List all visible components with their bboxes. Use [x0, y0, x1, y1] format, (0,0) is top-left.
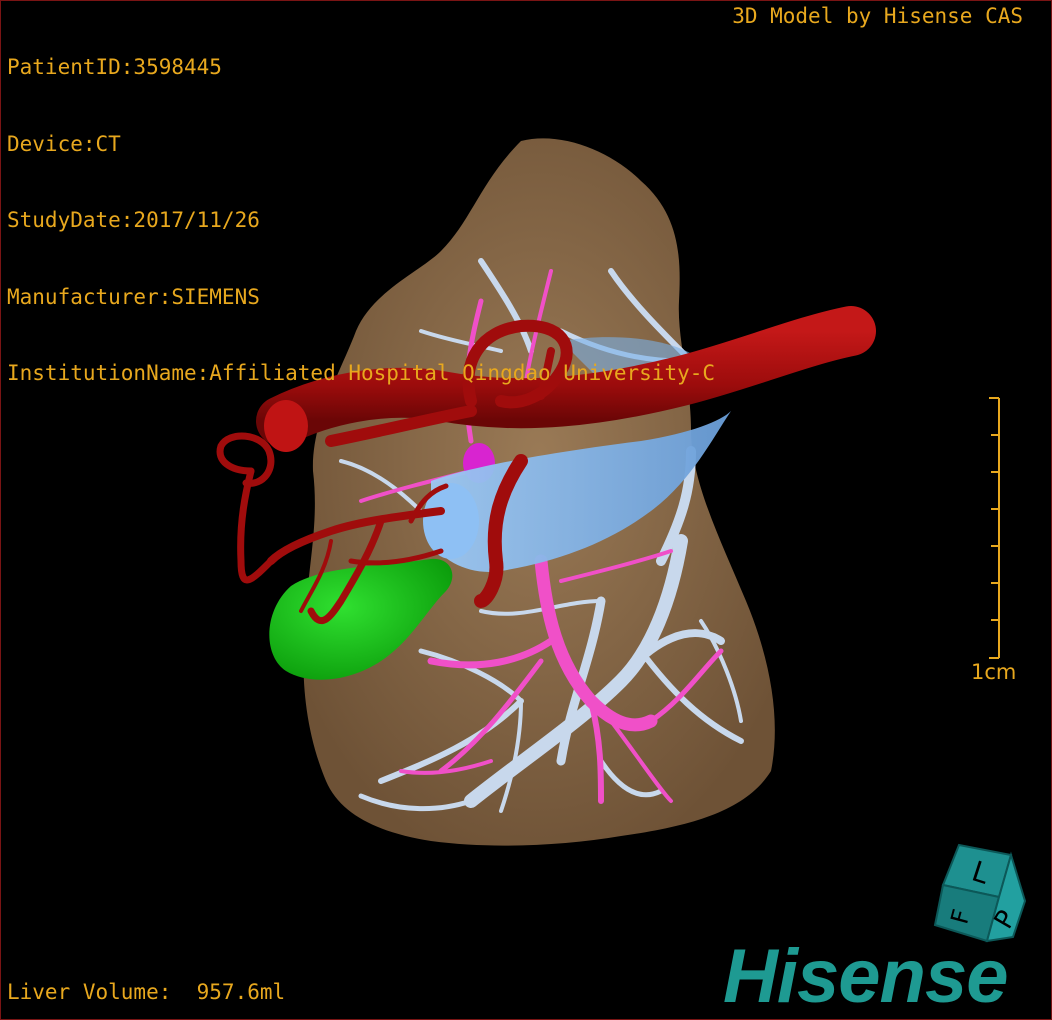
hisense-logo: Hisense [723, 936, 1009, 1012]
hisense-logo-text: Hisense [723, 936, 1008, 1012]
liver-volume-label: Liver Volume: 957.6ml [7, 979, 286, 1004]
scale-bar [989, 397, 1000, 659]
manufacturer-label: Manufacturer:SIEMENS [7, 284, 260, 309]
patient-id-label: PatientID:3598445 [7, 55, 222, 79]
study-info-overlay: PatientID:3598445 Device:CT StudyDate:20… [7, 4, 715, 438]
scale-bar-label: 1cm [971, 660, 1017, 684]
3d-viewport[interactable]: PatientID:3598445 Device:CT StudyDate:20… [0, 0, 1052, 1020]
device-label: Device:CT [7, 131, 121, 156]
orientation-cube-icon[interactable]: L P F [929, 841, 1029, 945]
institution-label: InstitutionName:Affiliated Hospital Qing… [7, 361, 716, 385]
vendor-label: 3D Model by Hisense CAS [732, 4, 1023, 28]
study-date-label: StudyDate:2017/11/26 [7, 208, 260, 232]
